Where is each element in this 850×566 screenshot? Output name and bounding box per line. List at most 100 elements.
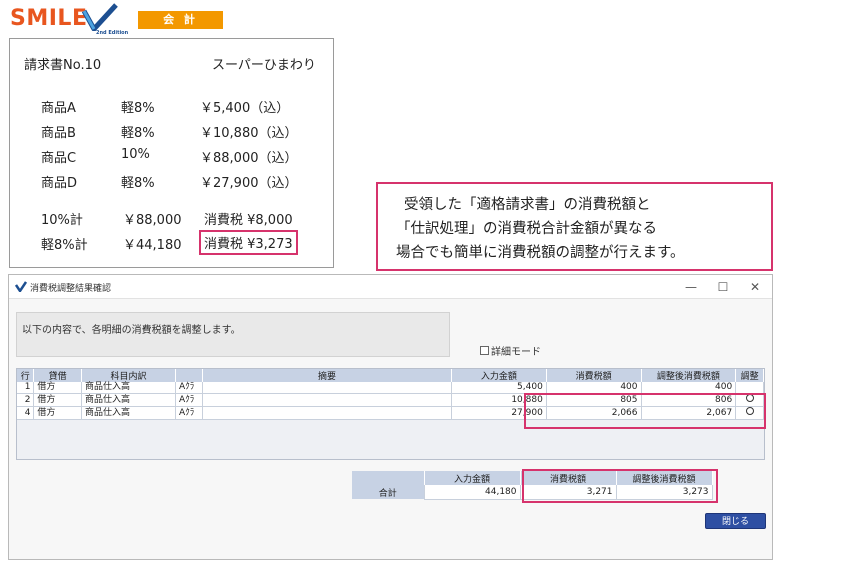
dialog-message: 以下の内容で、各明細の消費税額を調整します。 xyxy=(22,325,241,336)
minimize-button[interactable]: — xyxy=(678,278,704,296)
adjusted-circle-icon xyxy=(745,394,754,402)
item-name: 商品A xyxy=(41,101,76,116)
item-amount: ￥27,900（込） xyxy=(200,176,298,191)
cell-memo xyxy=(202,393,453,407)
item-rate: 10% xyxy=(121,147,150,162)
explanation-callout: 受領した「適格請求書」の消費税額と 「仕訳処理」の消費税合計金額が異なる 場合で… xyxy=(376,182,773,271)
col-header xyxy=(175,369,203,382)
col-header: 調整後消費税額 xyxy=(641,369,737,382)
summary-label: 軽8%計 xyxy=(41,238,88,253)
checkbox-icon[interactable] xyxy=(480,346,489,355)
accounting-badge: 会 計 xyxy=(138,11,223,29)
item-amount: ￥10,880（込） xyxy=(200,126,298,141)
detail-mode-label: 詳細モード xyxy=(491,347,541,358)
adjusted-circle-icon xyxy=(745,407,754,415)
close-window-button[interactable]: ✕ xyxy=(742,278,768,296)
cell-adj-tax: 2,067 xyxy=(641,406,737,420)
item-name: 商品C xyxy=(41,151,77,166)
callout-line: 「仕訳処理」の消費税合計金額が異なる xyxy=(396,221,657,237)
checkmark-app-icon xyxy=(15,281,27,292)
summary-amount: ￥44,180 xyxy=(123,238,182,253)
callout-line: 受領した「適格請求書」の消費税額と xyxy=(404,197,651,213)
item-amount: ￥88,000（込） xyxy=(200,151,298,166)
invoice-item: 商品D 軽8% ￥27,900（込） xyxy=(10,172,333,194)
cell-adj-tax: 400 xyxy=(641,382,737,394)
item-name: 商品B xyxy=(41,126,76,141)
totals-adj-tax: 3,273 xyxy=(616,485,713,500)
col-header: 科目内訳 xyxy=(81,369,177,382)
cell-account: 商品仕入高 xyxy=(81,406,177,420)
col-header: 貸借 xyxy=(33,369,82,382)
maximize-button[interactable]: ☐ xyxy=(710,278,736,296)
cell-tax: 2,066 xyxy=(546,406,642,420)
invoice-item: 商品C 10% ￥88,000（込） xyxy=(10,147,333,169)
detail-grid: 行 貸借 科目内訳 摘要 入力金額 消費税額 調整後消費税額 調整 1 借方 商… xyxy=(16,368,766,460)
invoice-item: 商品A 軽8% ￥5,400（込） xyxy=(10,97,333,119)
col-header: 摘要 xyxy=(202,369,453,382)
summary-tax-highlighted: 消費税 ¥3,273 xyxy=(199,230,298,255)
cell-side: 借方 xyxy=(33,406,82,420)
item-rate: 軽8% xyxy=(121,176,155,191)
item-rate: 軽8% xyxy=(121,126,155,141)
table-row[interactable]: 2 借方 商品仕入高 Aｸﾗ 10,880 805 806 xyxy=(17,393,764,407)
totals-header-row: 入力金額 消費税額 調整後消費税額 xyxy=(352,471,713,485)
cell-sub: Aｸﾗ xyxy=(175,406,203,420)
cell-tax: 400 xyxy=(546,382,642,394)
cell-line: 1 xyxy=(17,382,35,394)
invoice-item: 商品B 軽8% ￥10,880（込） xyxy=(10,122,333,144)
smile-logo: SMILE 2nd Edition xyxy=(10,3,129,37)
summary-tax: 消費税 ¥8,000 xyxy=(204,213,293,228)
item-rate: 軽8% xyxy=(121,101,155,116)
grid-header-row: 行 貸借 科目内訳 摘要 入力金額 消費税額 調整後消費税額 調整 xyxy=(17,369,764,382)
invoice-card: 請求書No.10 スーパーひまわり 商品A 軽8% ￥5,400（込） 商品B … xyxy=(9,38,334,268)
totals-tax: 3,271 xyxy=(520,485,617,500)
cell-side: 借方 xyxy=(33,382,82,394)
dialog-titlebar[interactable]: 消費税調整結果確認 — ☐ ✕ xyxy=(9,275,772,299)
totals-col-header: 調整後消費税額 xyxy=(616,471,713,485)
logo-text: SMILE xyxy=(10,6,88,31)
cell-sub: Aｸﾗ xyxy=(175,393,203,407)
detail-mode-checkbox[interactable]: 詳細モード xyxy=(480,343,541,358)
cell-account: 商品仕入高 xyxy=(81,382,177,394)
invoice-number: 請求書No.10 xyxy=(24,58,102,73)
summary-amount: ￥88,000 xyxy=(123,213,182,228)
col-header: 入力金額 xyxy=(451,369,547,382)
cell-amount: 27,900 xyxy=(451,406,547,420)
cell-line: 2 xyxy=(17,393,35,407)
tax-adjustment-dialog: 消費税調整結果確認 — ☐ ✕ 以下の内容で、各明細の消費税額を調整します。 詳… xyxy=(8,274,773,560)
col-header: 行 xyxy=(17,369,35,382)
table-row[interactable]: 4 借方 商品仕入高 Aｸﾗ 27,900 2,066 2,067 xyxy=(17,406,764,420)
cell-memo xyxy=(202,406,453,420)
cell-side: 借方 xyxy=(33,393,82,407)
dialog-title: 消費税調整結果確認 xyxy=(30,284,112,294)
totals-label: 合計 xyxy=(352,485,425,499)
totals-col-header: 入力金額 xyxy=(424,471,521,485)
cell-sub: Aｸﾗ xyxy=(175,382,203,394)
totals-row: 合計 44,180 3,271 3,273 xyxy=(352,485,713,500)
item-name: 商品D xyxy=(41,176,78,191)
cell-account: 商品仕入高 xyxy=(81,393,177,407)
totals-amount: 44,180 xyxy=(424,485,521,500)
invoice-summary-row: 軽8%計 ￥44,180 消費税 ¥3,273 xyxy=(10,230,333,256)
cell-tax: 805 xyxy=(546,393,642,407)
cell-amount: 10,880 xyxy=(451,393,547,407)
checkmark-logo-icon xyxy=(82,3,118,31)
col-header: 消費税額 xyxy=(546,369,642,382)
cell-adj-tax: 806 xyxy=(641,393,737,407)
invoice-shop: スーパーひまわり xyxy=(212,58,316,73)
logo-edition: 2nd Edition xyxy=(96,30,129,36)
item-amount: ￥5,400（込） xyxy=(200,101,290,116)
table-row[interactable]: 1 借方 商品仕入高 Aｸﾗ 5,400 400 400 xyxy=(17,382,764,394)
col-header: 調整 xyxy=(735,369,764,382)
cell-adjusted xyxy=(735,393,764,407)
cell-line: 4 xyxy=(17,406,35,420)
cell-adjusted xyxy=(735,382,764,394)
totals-grid: 入力金額 消費税額 調整後消費税額 合計 44,180 3,271 3,273 xyxy=(352,469,718,503)
totals-col-header: 消費税額 xyxy=(520,471,617,485)
invoice-summary-row: 10%計 ￥88,000 消費税 ¥8,000 xyxy=(10,209,333,231)
close-button[interactable]: 閉じる xyxy=(705,513,766,529)
cell-memo xyxy=(202,382,453,394)
cell-amount: 5,400 xyxy=(451,382,547,394)
cell-adjusted xyxy=(735,406,764,420)
message-panel: 以下の内容で、各明細の消費税額を調整します。 xyxy=(16,312,450,357)
